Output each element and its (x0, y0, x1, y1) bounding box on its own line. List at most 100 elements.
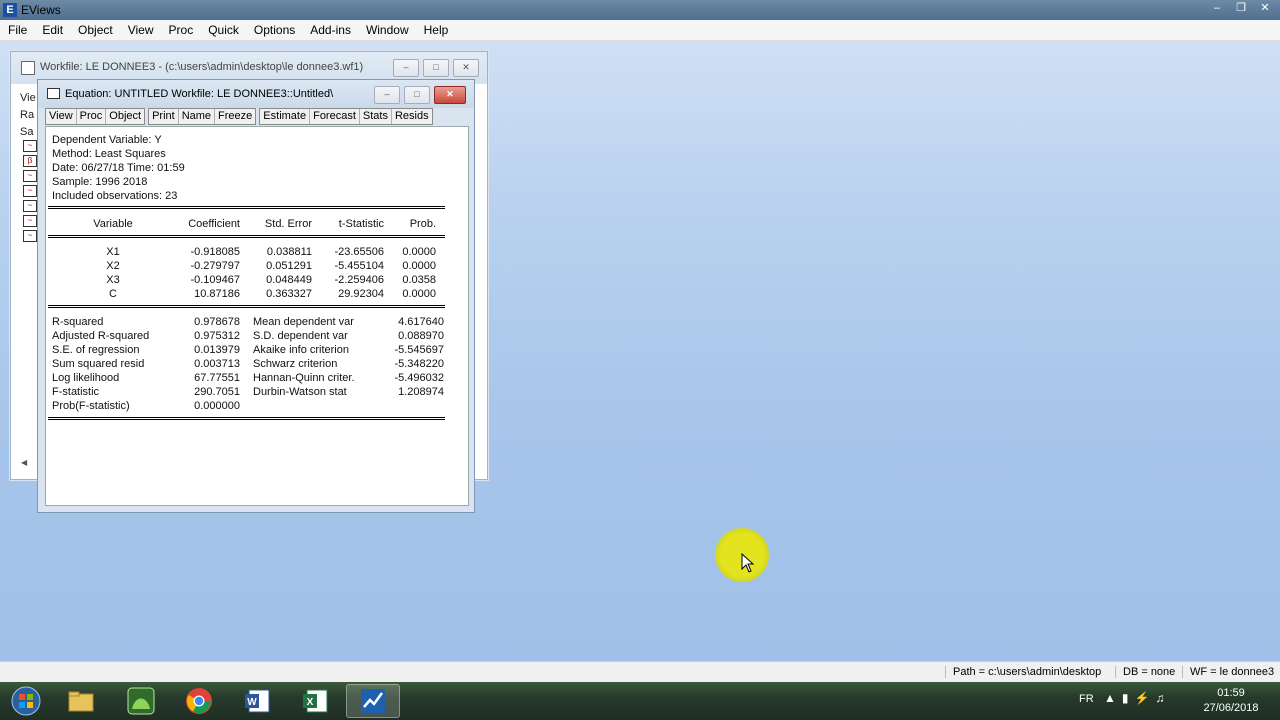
menu-add-ins[interactable]: Add-ins (302, 23, 358, 37)
minimize-icon[interactable]: ‒ (1206, 1, 1228, 17)
start-button[interactable] (2, 684, 50, 718)
signal-icon[interactable]: ▮ (1122, 691, 1135, 705)
menu-proc[interactable]: Proc (161, 23, 201, 37)
series-icon[interactable]: ~ (23, 140, 37, 152)
workfile-view-button[interactable]: Vie (20, 90, 36, 107)
workfile-minimize-icon[interactable]: ‒ (393, 59, 419, 77)
menu-view[interactable]: View (120, 23, 161, 37)
prob-cell: 0.0000 (402, 246, 436, 258)
stat-value: 67.77551 (194, 372, 240, 384)
word-icon: W (245, 689, 270, 713)
resids-button[interactable]: Resids (392, 109, 432, 124)
speaker-icon[interactable]: ♫ (1155, 691, 1170, 705)
system-clock[interactable]: 01:59 27/06/2018 (1196, 686, 1266, 716)
menu-window[interactable]: Window (358, 23, 416, 37)
stat-label: Mean dependent var (253, 316, 354, 328)
stat-value: 0.975312 (194, 330, 240, 342)
equation-minimize-icon[interactable]: ‒ (374, 86, 400, 104)
std-error-cell: 0.363327 (266, 288, 312, 300)
variable-cell: X2 (106, 260, 120, 272)
menu-edit[interactable]: Edit (34, 23, 70, 37)
view-button[interactable]: View (46, 109, 77, 124)
stat-label: Akaike info criterion (253, 344, 349, 356)
maximize-icon[interactable]: ❐ (1230, 1, 1252, 17)
stat-label: F-statistic (52, 386, 100, 398)
equation-caption-buttons: ‒ □ ✕ (374, 86, 466, 104)
print-button[interactable]: Print (149, 109, 179, 124)
table-rule (48, 235, 445, 238)
taskbar-word[interactable]: W (230, 684, 284, 718)
stat-label: S.E. of regression (52, 344, 140, 356)
stat-value: 0.978678 (194, 316, 240, 328)
observations-line: Included observations: 23 (52, 190, 178, 202)
stat-label: Schwarz criterion (253, 358, 338, 370)
stat-label: Adjusted R-squared (52, 330, 150, 342)
std-error-cell: 0.038811 (266, 246, 312, 258)
close-icon[interactable]: ✕ (1254, 1, 1276, 17)
mdi-workspace: Workfile: LE DONNEE3 - (c:\users\admin\d… (0, 41, 1280, 661)
toolbar-group-1: View Proc Object (45, 108, 146, 125)
workfile-close-icon[interactable]: ✕ (453, 59, 479, 77)
stat-value: 0.013979 (194, 344, 240, 356)
mouse-pointer-icon (741, 553, 755, 573)
series-icon[interactable]: ~ (23, 200, 37, 212)
menu-quick[interactable]: Quick (200, 23, 246, 37)
workfile-caption-buttons: ‒ □ ✕ (393, 59, 479, 77)
taskbar-chrome[interactable] (172, 684, 226, 718)
excel-icon: X (303, 689, 328, 713)
equation-maximize-icon[interactable]: □ (404, 86, 430, 104)
taskbar-explorer[interactable] (54, 684, 108, 718)
dependent-variable-line: Dependent Variable: Y (52, 134, 162, 146)
series-icon[interactable]: ~ (23, 230, 37, 242)
menu-options[interactable]: Options (246, 23, 302, 37)
scroll-left-icon[interactable]: ◀ (21, 458, 27, 467)
equation-titlebar[interactable]: Equation: UNTITLED Workfile: LE DONNEE3:… (38, 80, 474, 108)
svg-text:X: X (307, 697, 314, 708)
language-indicator[interactable]: FR (1079, 693, 1094, 705)
app-titlebar: E EViews ‒ ❐ ✕ (0, 0, 1280, 20)
stat-label: Durbin-Watson stat (253, 386, 347, 398)
taskbar-excel[interactable]: X (288, 684, 342, 718)
t-statistic-cell: -23.65506 (334, 246, 384, 258)
app-icon (127, 687, 155, 715)
taskbar-eviews[interactable] (346, 684, 400, 718)
table-rule (48, 417, 445, 420)
eviews-app-icon[interactable]: E (3, 3, 17, 17)
name-button[interactable]: Name (179, 109, 216, 124)
freeze-button[interactable]: Freeze (215, 109, 255, 124)
stat-value: 0.003713 (194, 358, 240, 370)
workfile-sample-label: Sa (20, 126, 34, 138)
equation-window[interactable]: Equation: UNTITLED Workfile: LE DONNEE3:… (37, 79, 475, 513)
clock-time: 01:59 (1217, 687, 1245, 699)
svg-text:W: W (247, 697, 257, 708)
stat-label: S.D. dependent var (253, 330, 348, 342)
std-error-cell: 0.051291 (266, 260, 312, 272)
stats-button[interactable]: Stats (360, 109, 392, 124)
menu-help[interactable]: Help (416, 23, 456, 37)
estimation-output[interactable]: Dependent Variable: Y Method: Least Squa… (45, 126, 469, 506)
coefficient-icon[interactable]: β (23, 155, 37, 167)
equation-close-icon[interactable]: ✕ (434, 86, 466, 104)
tray-icons[interactable]: ▲▮⚡♫ (1104, 691, 1170, 705)
proc-button[interactable]: Proc (77, 109, 107, 124)
taskbar-app[interactable] (114, 684, 168, 718)
stat-label: Hannan-Quinn criter. (253, 372, 355, 384)
estimate-button[interactable]: Estimate (260, 109, 311, 124)
chevron-up-icon[interactable]: ▲ (1104, 691, 1122, 705)
series-icon[interactable]: ~ (23, 215, 37, 227)
power-icon[interactable]: ⚡ (1135, 691, 1156, 705)
object-button[interactable]: Object (106, 109, 144, 124)
prob-cell: 0.0000 (402, 288, 436, 300)
series-icon[interactable]: ~ (23, 170, 37, 182)
coefficient-cell: 10.87186 (194, 288, 240, 300)
prob-cell: 0.0000 (402, 260, 436, 272)
forecast-button[interactable]: Forecast (310, 109, 360, 124)
series-icon[interactable]: ~ (23, 185, 37, 197)
menu-file[interactable]: File (0, 23, 34, 37)
stat-value: -5.545697 (394, 344, 444, 356)
workfile-maximize-icon[interactable]: □ (423, 59, 449, 77)
workfile-side-labels: Vie Ra Sa (20, 90, 36, 141)
app-title: EViews (21, 3, 61, 17)
menu-object[interactable]: Object (70, 23, 120, 37)
method-line: Method: Least Squares (52, 148, 166, 160)
